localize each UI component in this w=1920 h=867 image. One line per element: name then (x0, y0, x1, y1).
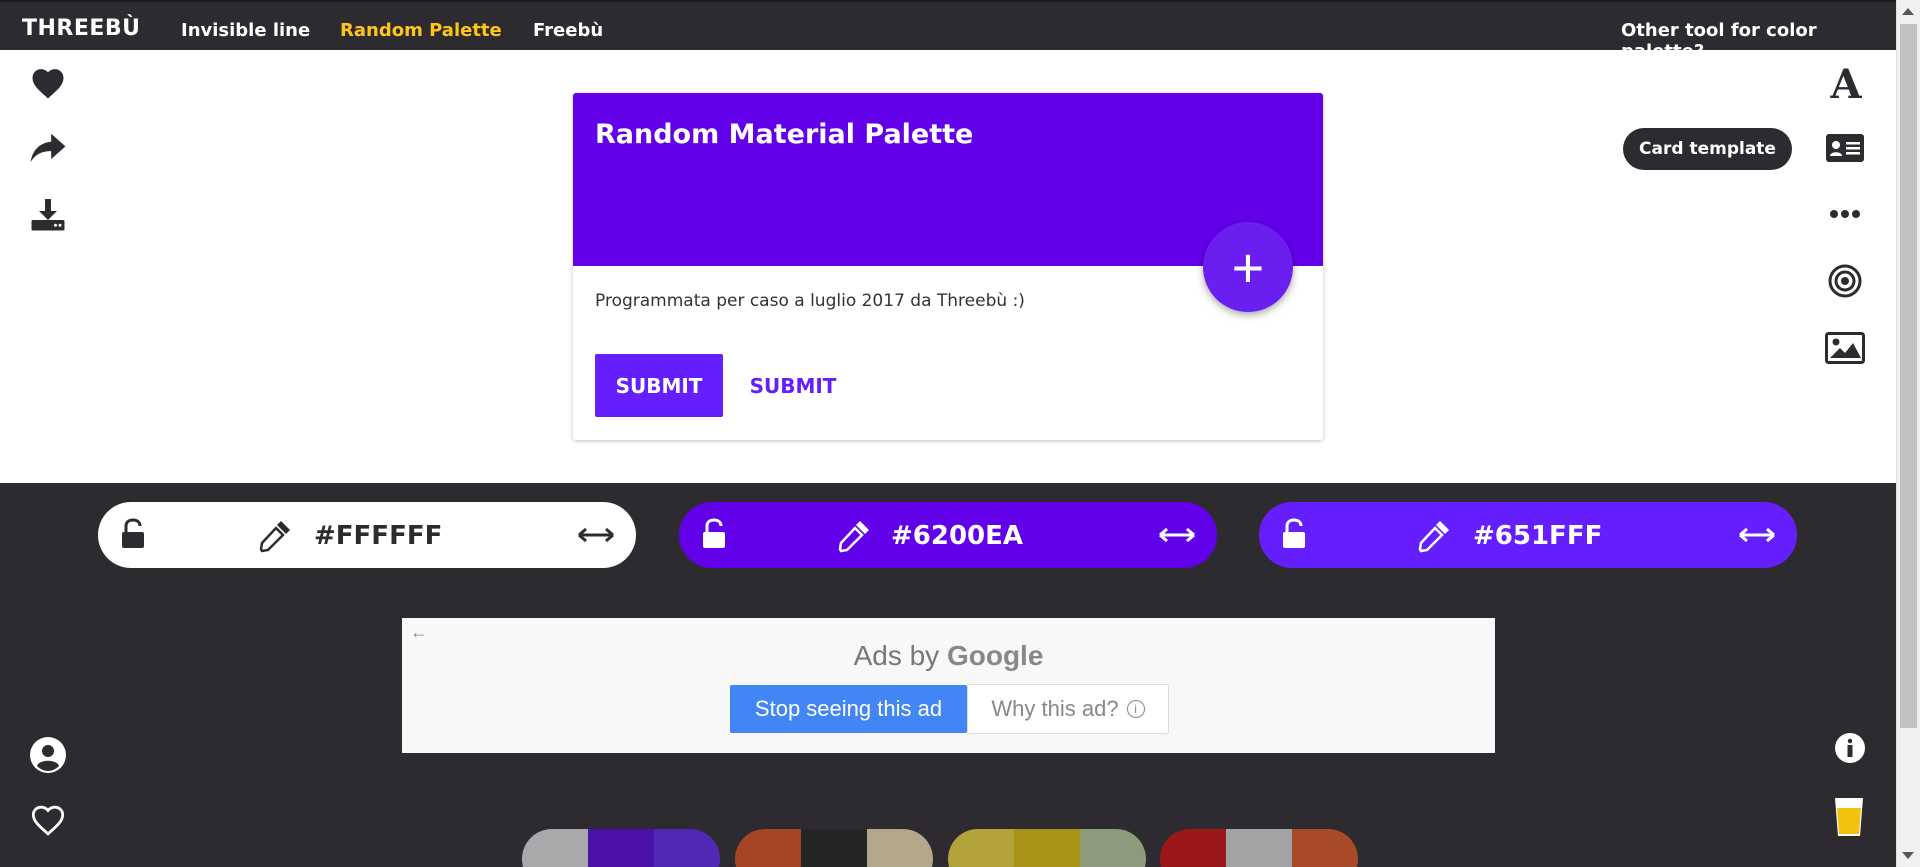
scroll-down-icon[interactable] (1902, 852, 1914, 859)
palette-swatch (522, 829, 588, 867)
nav-link-freebu[interactable]: Freebù (533, 20, 603, 41)
card-template-button[interactable]: Card template (1623, 128, 1792, 170)
palette-thumbnail-2[interactable] (735, 829, 933, 867)
palette-thumbnail-1[interactable] (522, 829, 720, 867)
palette-swatch (867, 829, 933, 867)
stop-seeing-ad-button[interactable]: Stop seeing this ad (730, 685, 967, 733)
unlock-icon[interactable] (699, 517, 729, 551)
unlock-icon[interactable] (1279, 517, 1309, 551)
hex-value[interactable]: #FFFFFF (314, 521, 442, 551)
top-nav: THREEBÙ Invisible line Random Palette Fr… (0, 0, 1896, 62)
heart-icon[interactable] (28, 64, 68, 102)
eyedropper-icon[interactable] (1415, 517, 1453, 555)
logo[interactable]: THREEBÙ (22, 16, 141, 41)
color-pill-1: #FFFFFF (98, 502, 636, 568)
color-pill-2: #6200EA (679, 502, 1217, 568)
card-title: Random Material Palette (595, 119, 974, 150)
swap-arrows-icon[interactable] (1157, 522, 1197, 548)
palette-swatch (1014, 829, 1080, 867)
eyedropper-icon[interactable] (256, 517, 294, 555)
swap-arrows-icon[interactable] (576, 522, 616, 548)
info-icon[interactable] (1833, 731, 1867, 765)
add-fab-button[interactable]: + (1203, 222, 1293, 312)
palette-swatch (735, 829, 801, 867)
card-text: Programmata per caso a luglio 2017 da Th… (595, 291, 1025, 311)
logo-text: THREEBÙ (22, 16, 141, 41)
palette-swatch (1160, 829, 1226, 867)
palette-swatch (801, 829, 867, 867)
ad-panel: ← Ads by Google Stop seeing this ad Why … (402, 618, 1495, 753)
submit-button-text[interactable]: SUBMIT (743, 354, 843, 417)
hex-value[interactable]: #6200EA (891, 521, 1023, 551)
nav-link-invisible-line[interactable]: Invisible line (181, 20, 310, 41)
palette-swatch (948, 829, 1014, 867)
share-icon[interactable] (28, 130, 68, 166)
user-icon[interactable] (28, 735, 68, 775)
palette-swatch (654, 829, 720, 867)
nav-link-random-palette[interactable]: Random Palette (340, 20, 502, 41)
ads-by-google: Ads by Google (402, 640, 1495, 672)
palette-swatch (1292, 829, 1358, 867)
palette-thumbnail-4[interactable] (1160, 829, 1358, 867)
image-icon[interactable] (1824, 330, 1866, 366)
swap-arrows-icon[interactable] (1737, 522, 1777, 548)
info-circle-icon: i (1126, 700, 1145, 718)
palette-swatch (588, 829, 654, 867)
palette-swatch (1226, 829, 1292, 867)
beer-icon[interactable] (1832, 795, 1866, 839)
palette-thumbnail-3[interactable] (948, 829, 1146, 867)
palette-swatch (1080, 829, 1146, 867)
color-pill-3: #651FFF (1259, 502, 1797, 568)
scroll-thumb[interactable] (1900, 24, 1917, 728)
stop-seeing-ad-label: Stop seeing this ad (754, 696, 943, 721)
hex-value[interactable]: #651FFF (1473, 521, 1602, 551)
ads-by-label: Ads by (853, 640, 940, 671)
target-icon[interactable] (1826, 262, 1864, 300)
font-icon[interactable]: A (1826, 61, 1866, 108)
download-icon[interactable] (28, 196, 68, 232)
heart-outline-icon[interactable] (28, 802, 68, 838)
why-this-ad-label: Why this ad? (991, 696, 1119, 721)
submit-button-solid[interactable]: SUBMIT (595, 354, 723, 417)
unlock-icon[interactable] (118, 517, 148, 551)
material-card: Random Material Palette + Programmata pe… (573, 93, 1323, 440)
why-this-ad-button[interactable]: Why this ad? i (967, 684, 1169, 734)
scroll-up-icon[interactable] (1902, 8, 1914, 15)
eyedropper-icon[interactable] (835, 517, 873, 555)
more-icon[interactable] (1826, 204, 1864, 224)
card-icon[interactable] (1824, 130, 1866, 166)
vertical-scrollbar[interactable] (1896, 0, 1920, 867)
google-label: Google (946, 640, 1044, 671)
